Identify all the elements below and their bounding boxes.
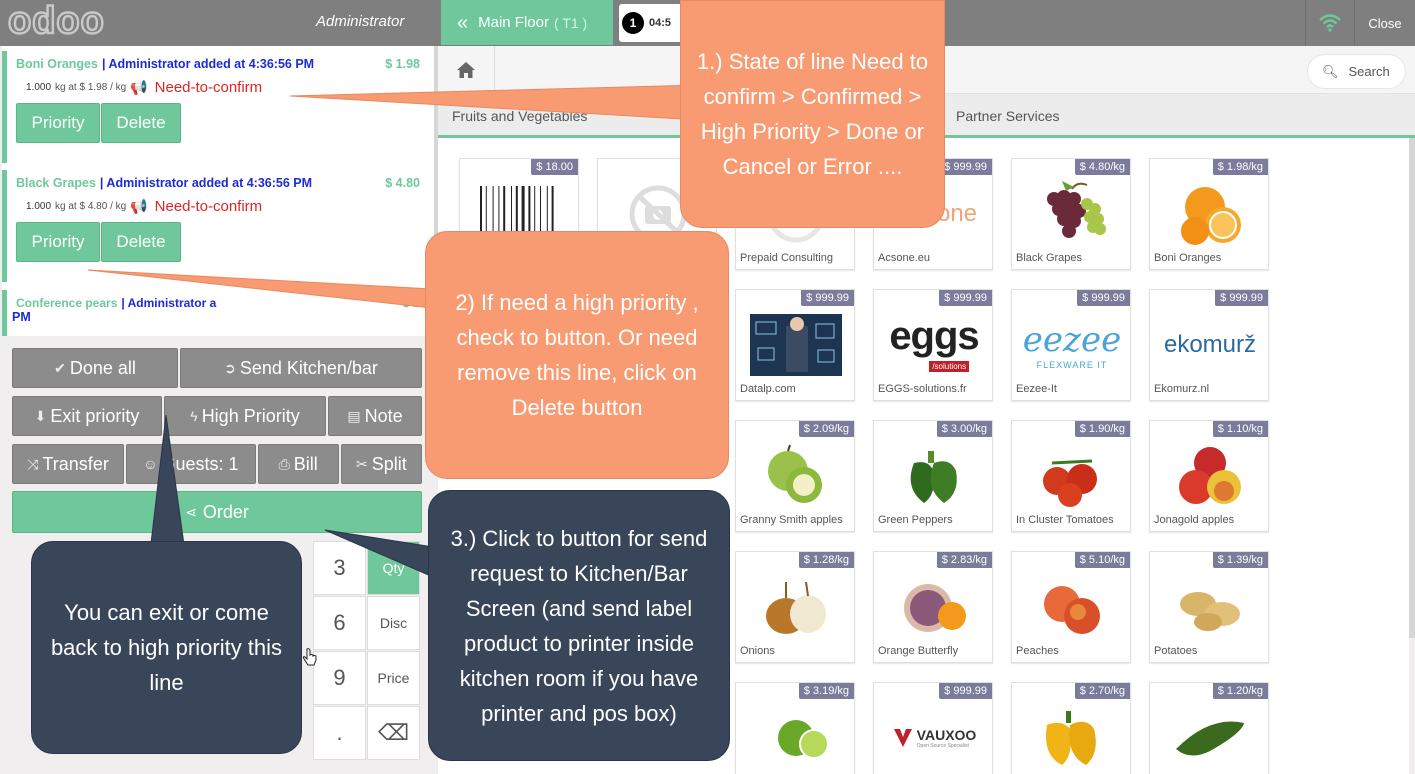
hand-cursor-icon <box>302 648 317 666</box>
callout-line-state: 1.) State of line Need to confirm > Conf… <box>680 0 945 228</box>
callout-exit-priority: You can exit or come back to high priori… <box>31 541 302 754</box>
callout-priority-delete: 2) If need a high priority , check to bu… <box>425 231 729 479</box>
callout-order-send: 3.) Click to button for send request to … <box>428 490 730 761</box>
